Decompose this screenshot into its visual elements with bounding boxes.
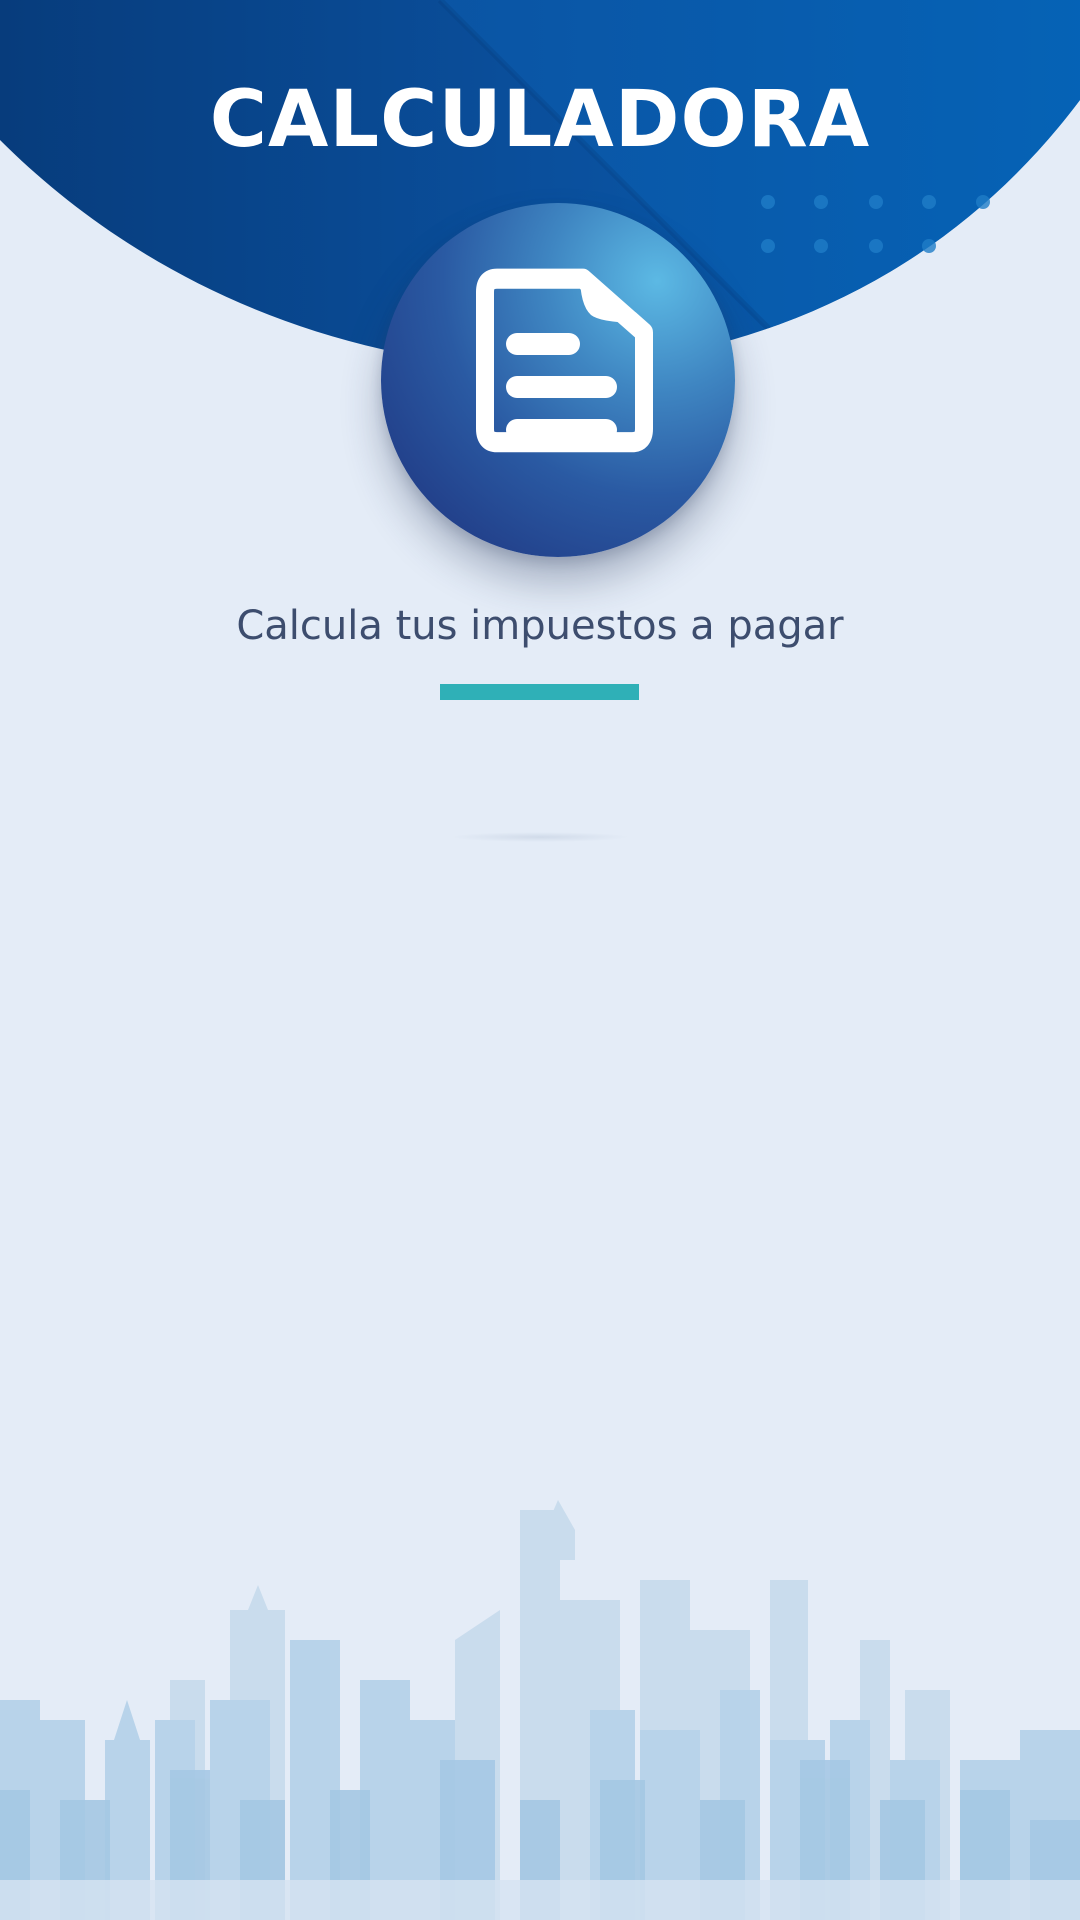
accent-divider bbox=[440, 684, 639, 700]
city-skyline bbox=[0, 1500, 1080, 1920]
splash-screen: CALCULADORA Calcula tus impuestos a paga… bbox=[0, 0, 1080, 1920]
app-title: CALCULADORA bbox=[209, 75, 871, 165]
document-icon bbox=[476, 268, 653, 453]
loading-shadow bbox=[450, 832, 630, 842]
document-badge bbox=[381, 203, 735, 557]
app-subtitle: Calcula tus impuestos a pagar bbox=[236, 603, 844, 649]
